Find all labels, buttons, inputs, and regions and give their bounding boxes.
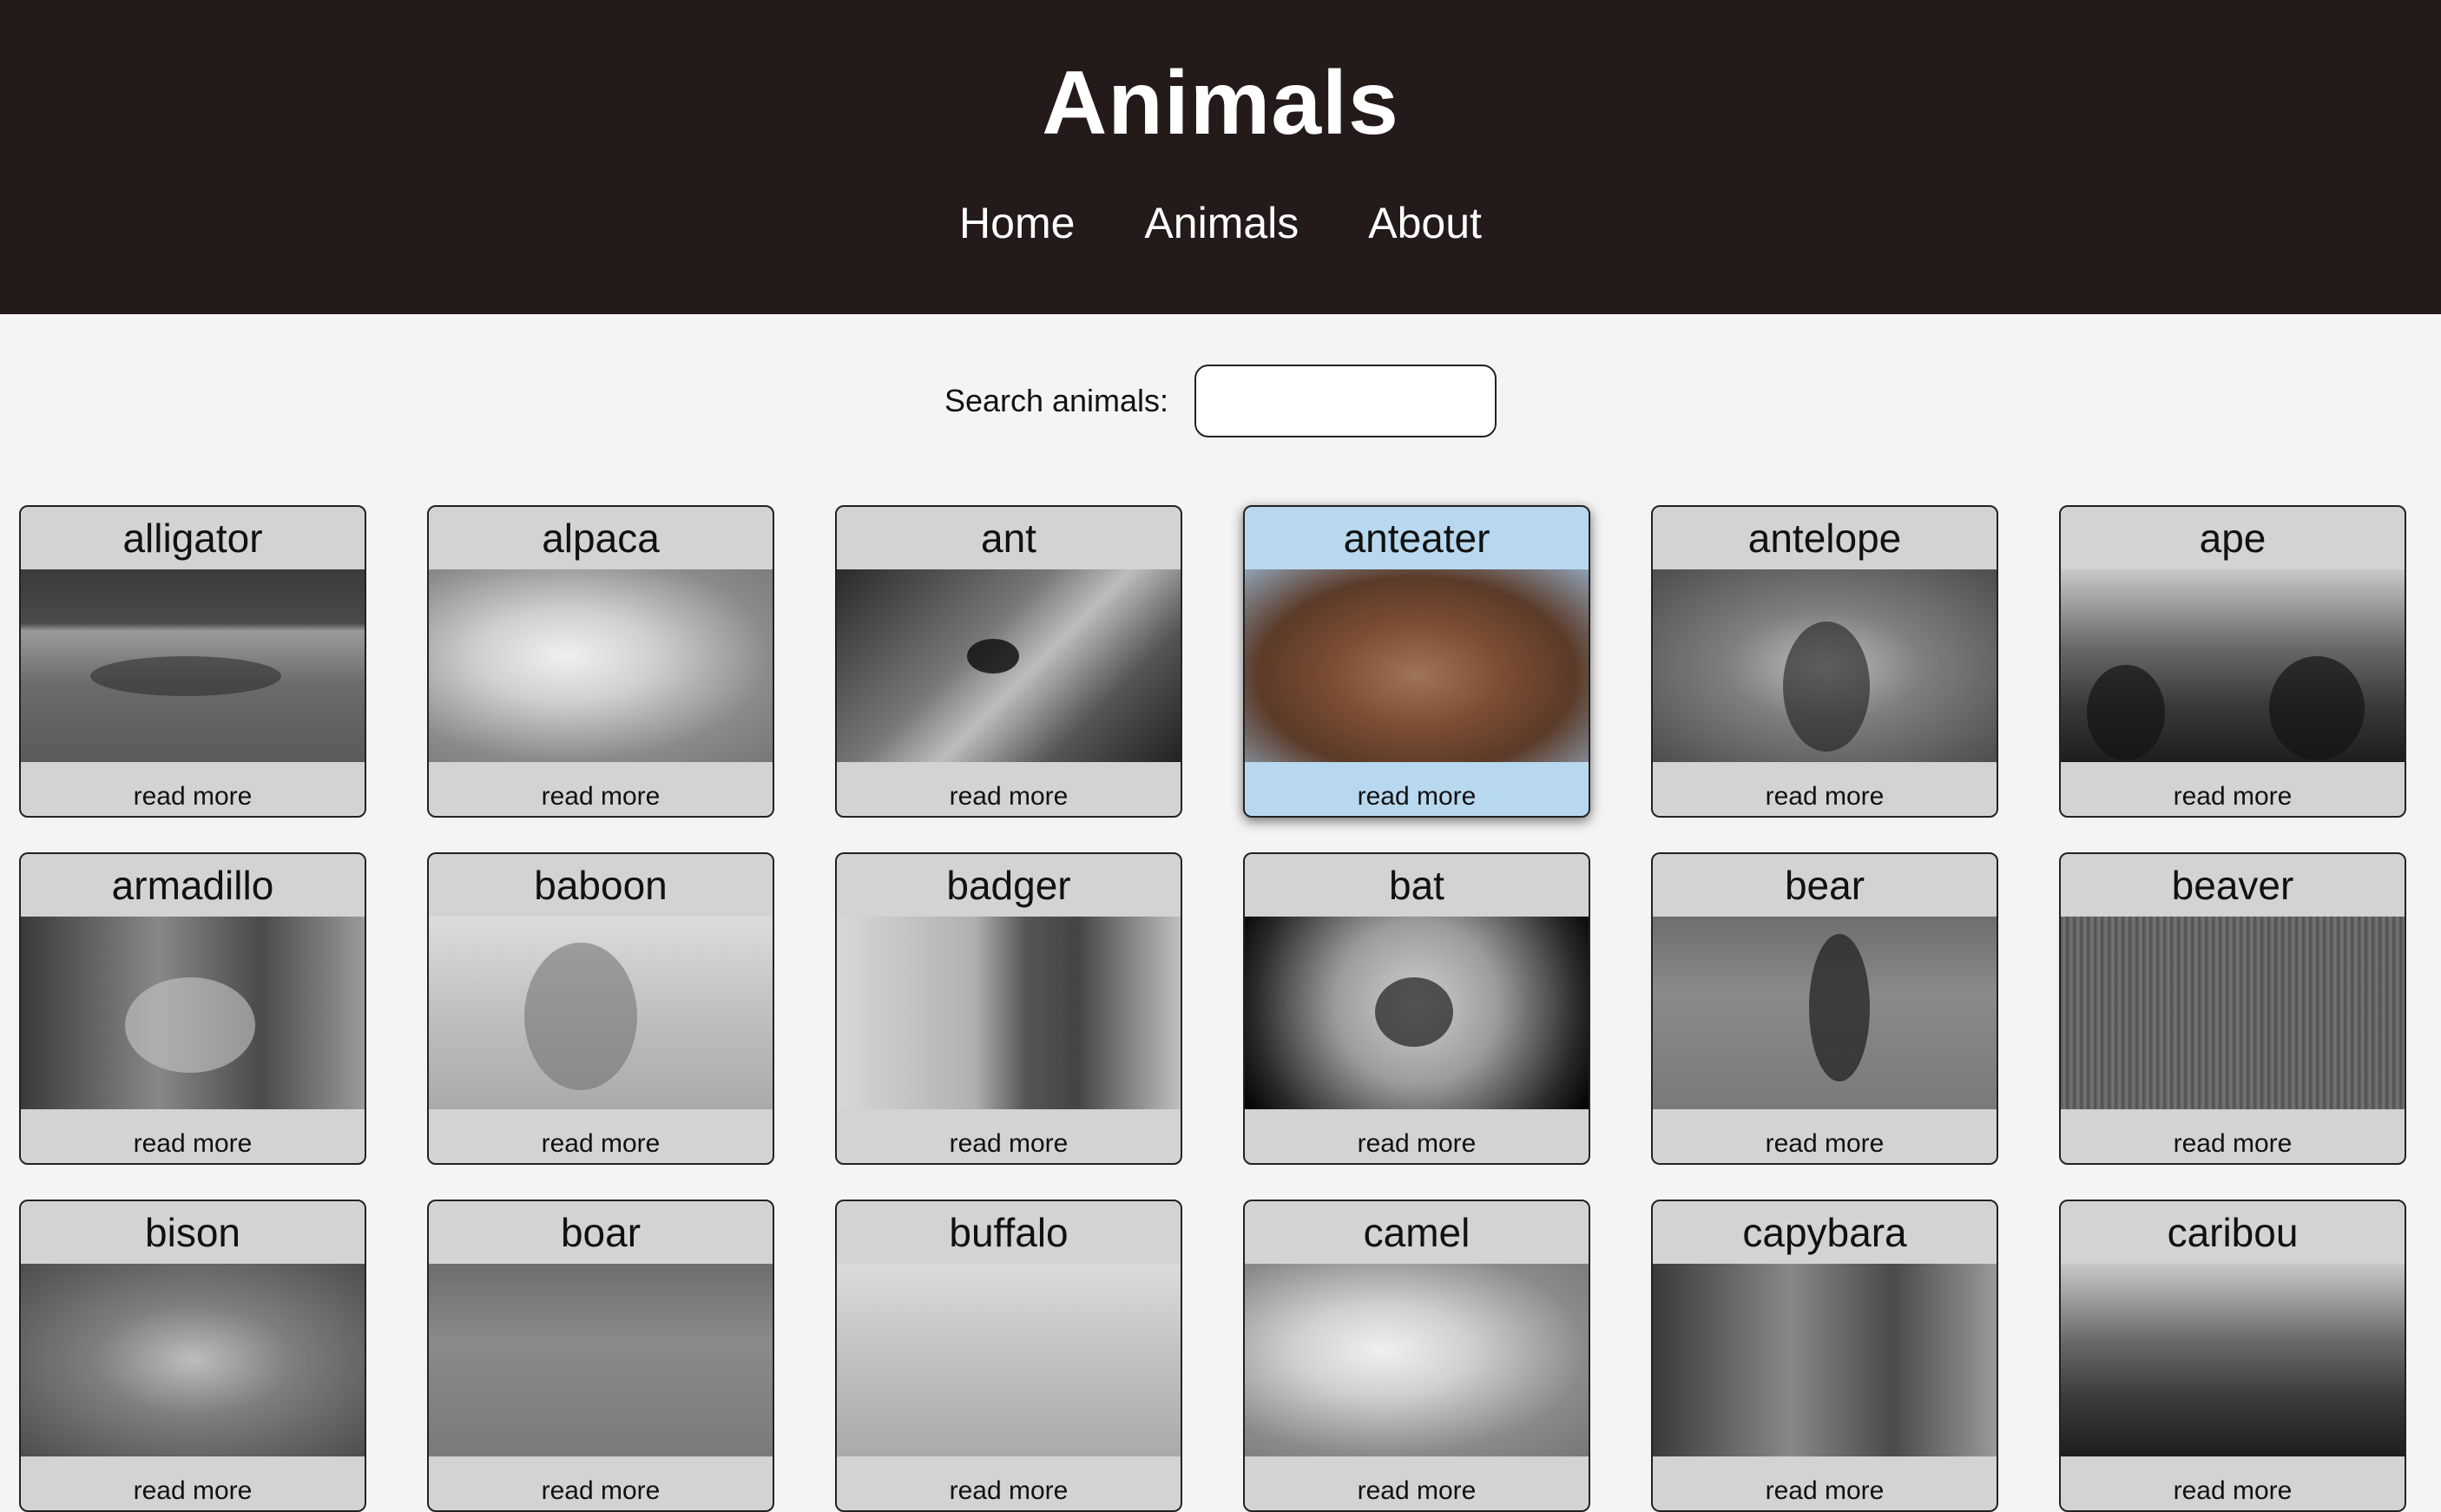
- animal-card-badger[interactable]: badger read more: [835, 852, 1182, 1165]
- card-image[interactable]: [1653, 569, 1997, 762]
- animal-card-alpaca[interactable]: alpaca read more: [427, 505, 774, 818]
- animal-shape: [125, 977, 255, 1073]
- site-header: Animals Home Animals About: [0, 0, 2441, 314]
- animal-shape: [90, 656, 281, 696]
- card-title: baboon: [534, 863, 668, 908]
- card-title: beaver: [2171, 863, 2294, 908]
- read-more-link[interactable]: read more: [1653, 1456, 1997, 1510]
- card-title: anteater: [1343, 516, 1490, 561]
- animal-card-camel[interactable]: camel read more: [1243, 1200, 1590, 1512]
- read-more-link[interactable]: read more: [837, 1109, 1181, 1163]
- card-title: badger: [946, 863, 1071, 908]
- read-more-link[interactable]: read more: [21, 762, 365, 816]
- card-image[interactable]: [1245, 1264, 1589, 1456]
- animal-card-boar[interactable]: boar read more: [427, 1200, 774, 1512]
- animal-card-ant[interactable]: ant read more: [835, 505, 1182, 818]
- card-image[interactable]: [837, 569, 1181, 762]
- animal-card-baboon[interactable]: baboon read more: [427, 852, 774, 1165]
- search-input[interactable]: [1194, 365, 1497, 437]
- nav-home[interactable]: Home: [959, 193, 1075, 253]
- card-image[interactable]: [21, 917, 365, 1109]
- site-title: Animals: [1042, 53, 1399, 154]
- animal-card-armadillo[interactable]: armadillo read more: [19, 852, 366, 1165]
- read-more-link[interactable]: read more: [21, 1456, 365, 1510]
- animal-card-bison[interactable]: bison read more: [19, 1200, 366, 1512]
- animal-card-bat[interactable]: bat read more: [1243, 852, 1590, 1165]
- card-image[interactable]: [2061, 917, 2405, 1109]
- card-image[interactable]: [429, 569, 773, 762]
- card-image[interactable]: [837, 1264, 1181, 1456]
- card-title: buffalo: [949, 1210, 1069, 1255]
- search-bar: Search animals:: [0, 365, 2441, 437]
- card-title: armadillo: [111, 863, 274, 908]
- nav-animals[interactable]: Animals: [1144, 193, 1299, 253]
- animal-card-buffalo[interactable]: buffalo read more: [835, 1200, 1182, 1512]
- animal-shape: [2269, 656, 2365, 760]
- animal-card-ape[interactable]: ape read more: [2059, 505, 2406, 818]
- animal-shape: [524, 943, 637, 1090]
- read-more-link[interactable]: read more: [2061, 1456, 2405, 1510]
- card-title: bat: [1389, 863, 1444, 908]
- card-title: caribou: [2167, 1210, 2299, 1255]
- read-more-link[interactable]: read more: [837, 1456, 1181, 1510]
- card-image[interactable]: [1245, 569, 1589, 762]
- nav-about[interactable]: About: [1368, 193, 1482, 253]
- animal-shape: [1783, 621, 1870, 752]
- card-title: alpaca: [542, 516, 660, 561]
- read-more-link[interactable]: read more: [1653, 1109, 1997, 1163]
- card-image[interactable]: [837, 917, 1181, 1109]
- read-more-link[interactable]: read more: [1653, 762, 1997, 816]
- read-more-link[interactable]: read more: [837, 762, 1181, 816]
- read-more-link[interactable]: read more: [1245, 762, 1589, 816]
- card-title: boar: [560, 1210, 642, 1255]
- card-image[interactable]: [21, 1264, 365, 1456]
- animal-shape: [967, 639, 1019, 674]
- read-more-link[interactable]: read more: [429, 1109, 773, 1163]
- card-image[interactable]: [1653, 1264, 1997, 1456]
- animal-card-caribou[interactable]: caribou read more: [2059, 1200, 2406, 1512]
- card-image[interactable]: [21, 569, 365, 762]
- card-title: capybara: [1742, 1210, 1907, 1255]
- card-title: bear: [1784, 863, 1865, 908]
- read-more-link[interactable]: read more: [21, 1109, 365, 1163]
- animal-card-capybara[interactable]: capybara read more: [1651, 1200, 1998, 1512]
- card-title: ant: [981, 516, 1036, 561]
- read-more-link[interactable]: read more: [429, 1456, 773, 1510]
- animal-shape: [1809, 934, 1870, 1081]
- card-image[interactable]: [1245, 917, 1589, 1109]
- animal-card-bear[interactable]: bear read more: [1651, 852, 1998, 1165]
- card-title: antelope: [1747, 516, 1902, 561]
- read-more-link[interactable]: read more: [1245, 1109, 1589, 1163]
- animal-card-beaver[interactable]: beaver read more: [2059, 852, 2406, 1165]
- animal-shape: [2087, 665, 2165, 760]
- card-title: ape: [2199, 516, 2267, 561]
- card-image[interactable]: [429, 917, 773, 1109]
- animal-card-antelope[interactable]: antelope read more: [1651, 505, 1998, 818]
- animal-shape: [1375, 977, 1453, 1047]
- card-image[interactable]: [1653, 917, 1997, 1109]
- main-nav: Home Animals About: [0, 193, 2441, 253]
- search-label: Search animals:: [944, 383, 1169, 418]
- animal-card-anteater[interactable]: anteater read more: [1243, 505, 1590, 818]
- read-more-link[interactable]: read more: [1245, 1456, 1589, 1510]
- read-more-link[interactable]: read more: [2061, 762, 2405, 816]
- read-more-link[interactable]: read more: [429, 762, 773, 816]
- animal-card-alligator[interactable]: alligator read more: [19, 505, 366, 818]
- card-title: alligator: [122, 516, 263, 561]
- card-title: bison: [145, 1210, 240, 1255]
- card-image[interactable]: [2061, 1264, 2405, 1456]
- card-image[interactable]: [2061, 569, 2405, 762]
- animal-grid: alligator read more alpaca read more ant…: [19, 505, 2406, 1512]
- card-image[interactable]: [429, 1264, 773, 1456]
- card-title: camel: [1363, 1210, 1471, 1255]
- read-more-link[interactable]: read more: [2061, 1109, 2405, 1163]
